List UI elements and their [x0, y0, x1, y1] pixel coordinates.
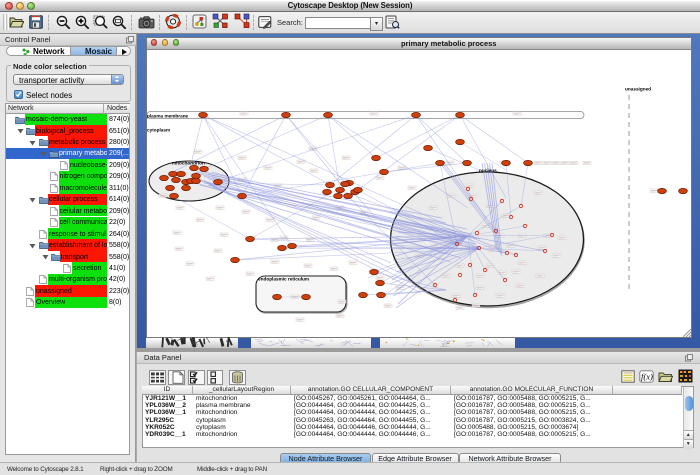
- svg-text:f(x): f(x): [641, 372, 653, 382]
